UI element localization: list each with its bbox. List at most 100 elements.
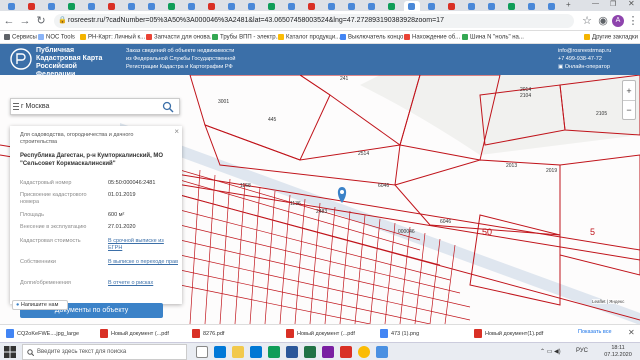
write-us-button[interactable]: ● Напишите нам: [12, 300, 68, 310]
cadastral-cost-link[interactable]: В срочной выписке из ЕГРН: [108, 238, 178, 252]
cadastral-number-value: 05:50:000046:2481: [108, 180, 156, 186]
browser-tab[interactable]: [384, 1, 400, 11]
zoom-in-button[interactable]: +: [623, 81, 635, 101]
browser-tab[interactable]: [164, 1, 180, 11]
zoom-out-button[interactable]: −: [623, 101, 635, 120]
close-window-icon[interactable]: ✕: [628, 0, 635, 8]
browser-tab[interactable]: [464, 1, 480, 11]
star-icon[interactable]: ☆: [580, 14, 594, 28]
info-value: 01.01.2019: [108, 192, 136, 198]
browser-tab[interactable]: [4, 1, 20, 11]
bookmark-item[interactable]: РН-Карт: Личный к...: [80, 34, 145, 41]
browser-tab[interactable]: [424, 1, 440, 11]
browser-tab[interactable]: [124, 1, 140, 11]
email-link[interactable]: info@rosreestrmap.ru: [558, 47, 638, 55]
download-item[interactable]: Новый документ (...pdf: [100, 329, 169, 340]
forward-icon[interactable]: →: [18, 14, 32, 28]
rosreestr-logo-icon[interactable]: [10, 48, 32, 70]
online-operator-link[interactable]: ▣ Онлайн-оператор: [558, 63, 638, 71]
bookmark-item[interactable]: NOC Tools: [38, 34, 75, 41]
bookmark-item[interactable]: Запчасти для онова...: [146, 34, 215, 41]
word-icon[interactable]: [286, 346, 298, 358]
browser-tab[interactable]: [204, 1, 220, 11]
browser-tab[interactable]: [244, 1, 260, 11]
minimize-icon[interactable]: —: [592, 0, 599, 7]
block-number-label: 50: [482, 227, 492, 237]
phone-link[interactable]: +7 499-938-47-72: [558, 55, 638, 63]
task-view-icon[interactable]: [196, 346, 208, 358]
parcel-label: 2013: [506, 163, 517, 169]
browser-tab[interactable]: [104, 1, 120, 11]
chrome-icon[interactable]: [358, 346, 370, 358]
browser-tab[interactable]: [24, 1, 40, 11]
search-icon[interactable]: [162, 101, 174, 113]
app-icon[interactable]: [376, 346, 388, 358]
clock[interactable]: 18:11 07.12.2020: [600, 345, 636, 359]
bookmark-item[interactable]: Другие закладки: [584, 34, 638, 41]
parcel-label: 2514: [358, 151, 369, 157]
tray-icons[interactable]: ⌃ ▭ ◀): [540, 348, 561, 355]
store-icon[interactable]: [250, 346, 262, 358]
parcel-label: 241: [340, 76, 349, 82]
browser-tab-active[interactable]: [404, 1, 420, 11]
app-icon[interactable]: [340, 346, 352, 358]
browser-tab[interactable]: [364, 1, 380, 11]
browser-tab[interactable]: [264, 1, 280, 11]
image-file-icon: [6, 329, 14, 338]
download-item[interactable]: Новый документ (...pdf: [286, 329, 355, 340]
maximize-icon[interactable]: ❐: [610, 0, 616, 8]
app-icon[interactable]: [268, 346, 280, 358]
excel-icon[interactable]: [304, 346, 316, 358]
bookmark-item[interactable]: Нахождение об...: [404, 34, 460, 41]
owners-link[interactable]: В выписке о переходе прав: [108, 259, 178, 266]
bookmark-item[interactable]: Трубы ВПП - электр...: [212, 34, 281, 41]
browser-tab[interactable]: [444, 1, 460, 11]
language-indicator[interactable]: РУС: [576, 348, 588, 354]
download-item[interactable]: CQ2oKeFWE....jpg_large: [6, 329, 79, 340]
download-item[interactable]: Новый документ(1).pdf: [474, 329, 543, 340]
browser-tab[interactable]: [344, 1, 360, 11]
browser-tab[interactable]: [144, 1, 160, 11]
menu-icon[interactable]: [13, 103, 19, 110]
show-all-downloads-link[interactable]: Показать все: [578, 329, 612, 335]
browser-tab[interactable]: [304, 1, 320, 11]
reload-icon[interactable]: ↻: [34, 14, 48, 28]
browser-tab[interactable]: [44, 1, 60, 11]
url-input[interactable]: 🔒 rosreestr.ru/?cadNumber=05%3A50%3A0000…: [54, 14, 574, 28]
close-icon[interactable]: ×: [174, 127, 179, 136]
bookmark-item[interactable]: Шина N "ноль" на...: [462, 34, 524, 41]
map-attribution[interactable]: Leaflet | Яндекс: [592, 299, 625, 304]
bookmark-item[interactable]: Выключатель концо...: [340, 34, 408, 41]
browser-tab[interactable]: [84, 1, 100, 11]
file-explorer-icon[interactable]: [232, 346, 244, 358]
search-input[interactable]: г Москва: [10, 98, 180, 115]
app-icon[interactable]: [322, 346, 334, 358]
parcel-label: 2019: [546, 168, 557, 174]
bookmark-item[interactable]: Сервисы: [4, 34, 37, 41]
parcel-label: 2104: [520, 93, 531, 99]
browser-tab[interactable]: [484, 1, 500, 11]
download-item[interactable]: 473 (1).png: [380, 329, 419, 340]
edge-browser-icon[interactable]: [214, 346, 226, 358]
profile-avatar[interactable]: A: [612, 15, 624, 27]
menu-kebab-icon[interactable]: ⋮: [626, 14, 640, 28]
parcel-label: 6046: [378, 183, 389, 189]
browser-tab[interactable]: [184, 1, 200, 11]
browser-tab[interactable]: [284, 1, 300, 11]
close-icon[interactable]: ✕: [628, 328, 635, 337]
bookmark-item[interactable]: Каталог продукци...: [278, 34, 340, 41]
browser-tab[interactable]: [524, 1, 540, 11]
info-key: Площадь: [20, 212, 44, 218]
extension-icon[interactable]: ◉: [596, 14, 610, 28]
browser-tab[interactable]: [544, 1, 560, 11]
browser-tab[interactable]: [224, 1, 240, 11]
back-icon[interactable]: ←: [2, 14, 16, 28]
browser-tab[interactable]: [504, 1, 520, 11]
taskbar-search-input[interactable]: Введите здесь текст для поиска: [22, 344, 187, 360]
browser-tab[interactable]: [324, 1, 340, 11]
download-item[interactable]: 8276.pdf: [192, 329, 224, 340]
risk-report-link[interactable]: В отчете о рисках: [108, 280, 178, 287]
new-tab-icon[interactable]: +: [566, 0, 571, 9]
windows-start-icon[interactable]: [4, 346, 16, 358]
browser-tab[interactable]: [64, 1, 80, 11]
